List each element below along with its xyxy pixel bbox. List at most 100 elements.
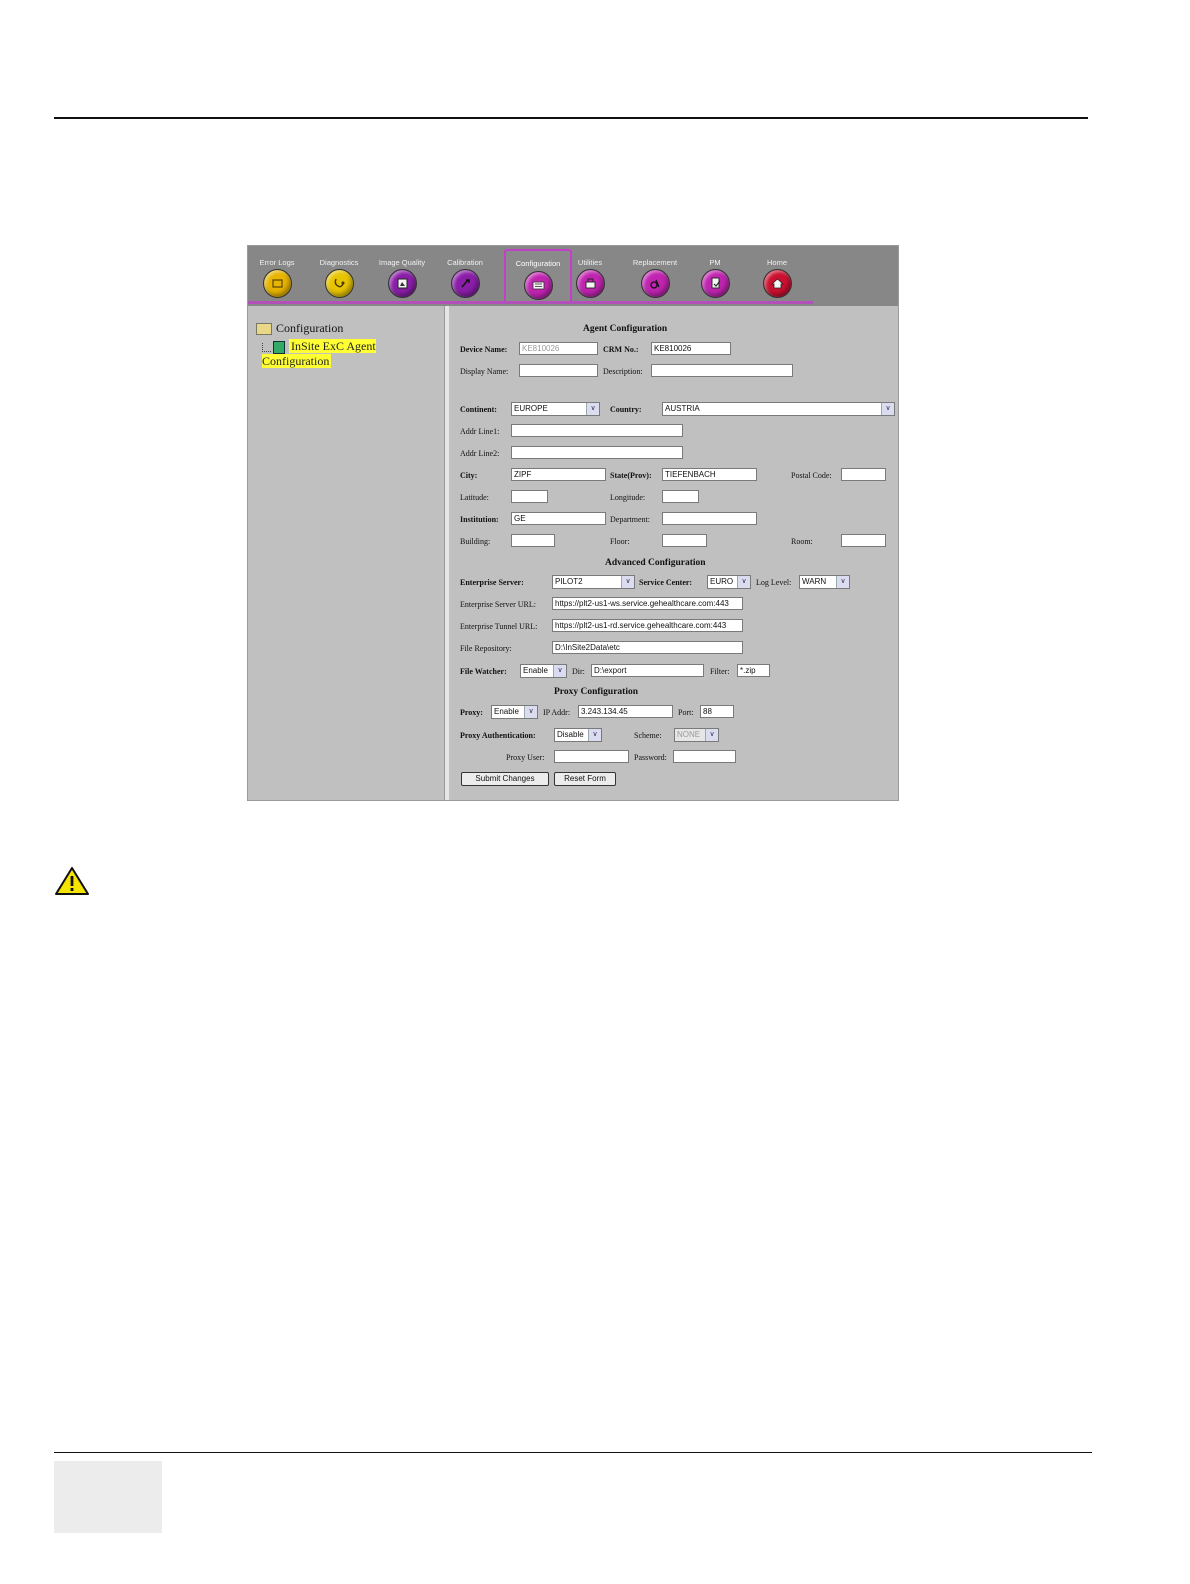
- enterprise-server-label: Enterprise Server:: [460, 578, 524, 587]
- submit-changes-button[interactable]: Submit Changes: [461, 772, 549, 786]
- log-level-select[interactable]: WARN ∨: [799, 575, 850, 589]
- tab-label: Calibration: [447, 258, 483, 267]
- tab-label: Replacement: [632, 258, 678, 267]
- display-name-field[interactable]: [519, 364, 598, 377]
- sidebar-tree: Configuration InSite ExC Agent Configura…: [248, 306, 444, 800]
- addr1-label: Addr Line1:: [460, 427, 500, 436]
- proxy-auth-select[interactable]: Disable ∨: [554, 728, 602, 742]
- port-field[interactable]: 88: [700, 705, 734, 718]
- continent-label: Continent:: [460, 405, 497, 414]
- enterprise-server-value: PILOT2: [555, 577, 583, 586]
- state-field[interactable]: TIEFENBACH: [662, 468, 757, 481]
- file-repository-label: File Repository:: [460, 644, 512, 653]
- proxy-select[interactable]: Enable ∨: [491, 705, 538, 719]
- chevron-down-icon: ∨: [524, 706, 537, 718]
- tab-error-logs[interactable]: Error Logs: [245, 246, 309, 302]
- tab-utilities[interactable]: Utilities: [558, 246, 622, 302]
- file-watcher-select[interactable]: Enable ∨: [520, 664, 567, 678]
- latitude-field[interactable]: [511, 490, 548, 503]
- postal-code-field[interactable]: [841, 468, 886, 481]
- tree-child-node[interactable]: InSite ExC Agent Configuration: [262, 339, 444, 369]
- tab-image-quality[interactable]: Image Quality: [370, 246, 434, 302]
- floor-field[interactable]: [662, 534, 707, 547]
- room-label: Room:: [791, 537, 813, 546]
- proxy-user-label: Proxy User:: [506, 753, 545, 762]
- postal-code-label: Postal Code:: [791, 471, 832, 480]
- log-level-value: WARN: [802, 577, 827, 586]
- toolbar-underline: [248, 301, 813, 304]
- ip-addr-label: IP Addr:: [543, 708, 571, 717]
- proxy-label: Proxy:: [460, 708, 483, 717]
- tab-replacement[interactable]: Replacement: [623, 246, 687, 302]
- proxy-auth-label: Proxy Authentication:: [460, 731, 536, 740]
- reset-form-button[interactable]: Reset Form: [554, 772, 616, 786]
- longitude-field[interactable]: [662, 490, 699, 503]
- crm-field[interactable]: KE810026: [651, 342, 731, 355]
- agent-configuration-form: Agent Configuration Device Name: KE81002…: [449, 306, 898, 800]
- agent-config-icon: [273, 340, 285, 354]
- latitude-label: Latitude:: [460, 493, 489, 502]
- scheme-value: NONE: [677, 730, 701, 739]
- tab-label: Error Logs: [259, 258, 295, 267]
- screenshot-window: Error Logs Diagnostics Image Quality Cal…: [247, 245, 899, 801]
- chevron-down-icon: ∨: [881, 403, 894, 415]
- description-label: Description:: [603, 367, 643, 376]
- service-center-select[interactable]: EURO ∨: [707, 575, 751, 589]
- form-title: Agent Configuration: [583, 324, 668, 334]
- tab-home[interactable]: Home: [745, 246, 809, 302]
- addr2-field[interactable]: [511, 446, 683, 459]
- file-repository-field[interactable]: D:\InSite2Data\etc: [552, 641, 743, 654]
- tree-root-node[interactable]: Configuration: [256, 321, 343, 336]
- continent-select[interactable]: EUROPE ∨: [511, 402, 600, 416]
- country-select[interactable]: AUSTRIA ∨: [662, 402, 895, 416]
- chevron-down-icon: ∨: [586, 403, 599, 415]
- enterprise-server-url-field[interactable]: https://plt2-us1-ws.service.gehealthcare…: [552, 597, 743, 610]
- tab-label: PM: [709, 258, 721, 267]
- description-field[interactable]: [651, 364, 793, 377]
- proxy-user-field[interactable]: [554, 750, 629, 763]
- dir-field[interactable]: D:\export: [591, 664, 704, 677]
- department-field[interactable]: [662, 512, 757, 525]
- city-field[interactable]: ZIPF: [511, 468, 606, 481]
- advanced-config-title: Advanced Configuration: [605, 558, 706, 568]
- footer-page-box: [54, 1461, 162, 1533]
- enterprise-tunnel-url-label: Enterprise Tunnel URL:: [460, 622, 538, 631]
- tab-label: Utilities: [577, 258, 603, 267]
- longitude-label: Longitude:: [610, 493, 646, 502]
- filter-field[interactable]: *.zip: [737, 664, 770, 677]
- tab-label: Home: [766, 258, 787, 267]
- tree-connector: [262, 342, 271, 352]
- service-center-label: Service Center:: [639, 578, 693, 587]
- department-label: Department:: [610, 515, 650, 524]
- file-watcher-value: Enable: [523, 666, 548, 675]
- display-name-label: Display Name:: [460, 367, 509, 376]
- log-level-label: Log Level:: [756, 578, 792, 587]
- state-label: State(Prov):: [610, 471, 652, 480]
- crm-label: CRM No.:: [603, 345, 639, 354]
- building-field[interactable]: [511, 534, 555, 547]
- warning-icon: [54, 866, 90, 901]
- country-value: AUSTRIA: [665, 404, 700, 413]
- floor-label: Floor:: [610, 537, 630, 546]
- port-label: Port:: [678, 708, 694, 717]
- toolbar: Error Logs Diagnostics Image Quality Cal…: [248, 246, 898, 306]
- institution-field[interactable]: GE: [511, 512, 606, 525]
- chevron-down-icon: ∨: [737, 576, 750, 588]
- configuration-icon: [524, 271, 553, 300]
- device-name-field[interactable]: KE810026: [519, 342, 598, 355]
- city-label: City:: [460, 471, 478, 480]
- country-label: Country:: [610, 405, 642, 414]
- service-center-value: EURO: [710, 577, 734, 586]
- tab-diagnostics[interactable]: Diagnostics: [307, 246, 371, 302]
- tab-calibration[interactable]: Calibration: [433, 246, 497, 302]
- ip-addr-field[interactable]: 3.243.134.45: [578, 705, 673, 718]
- enterprise-server-url-label: Enterprise Server URL:: [460, 600, 536, 609]
- dir-label: Dir:: [572, 667, 585, 676]
- tab-pm[interactable]: PM: [683, 246, 747, 302]
- scheme-select[interactable]: NONE ∨: [674, 728, 719, 742]
- password-field[interactable]: [673, 750, 736, 763]
- enterprise-server-select[interactable]: PILOT2 ∨: [552, 575, 635, 589]
- room-field[interactable]: [841, 534, 886, 547]
- enterprise-tunnel-url-field[interactable]: https://plt2-us1-rd.service.gehealthcare…: [552, 619, 743, 632]
- addr1-field[interactable]: [511, 424, 683, 437]
